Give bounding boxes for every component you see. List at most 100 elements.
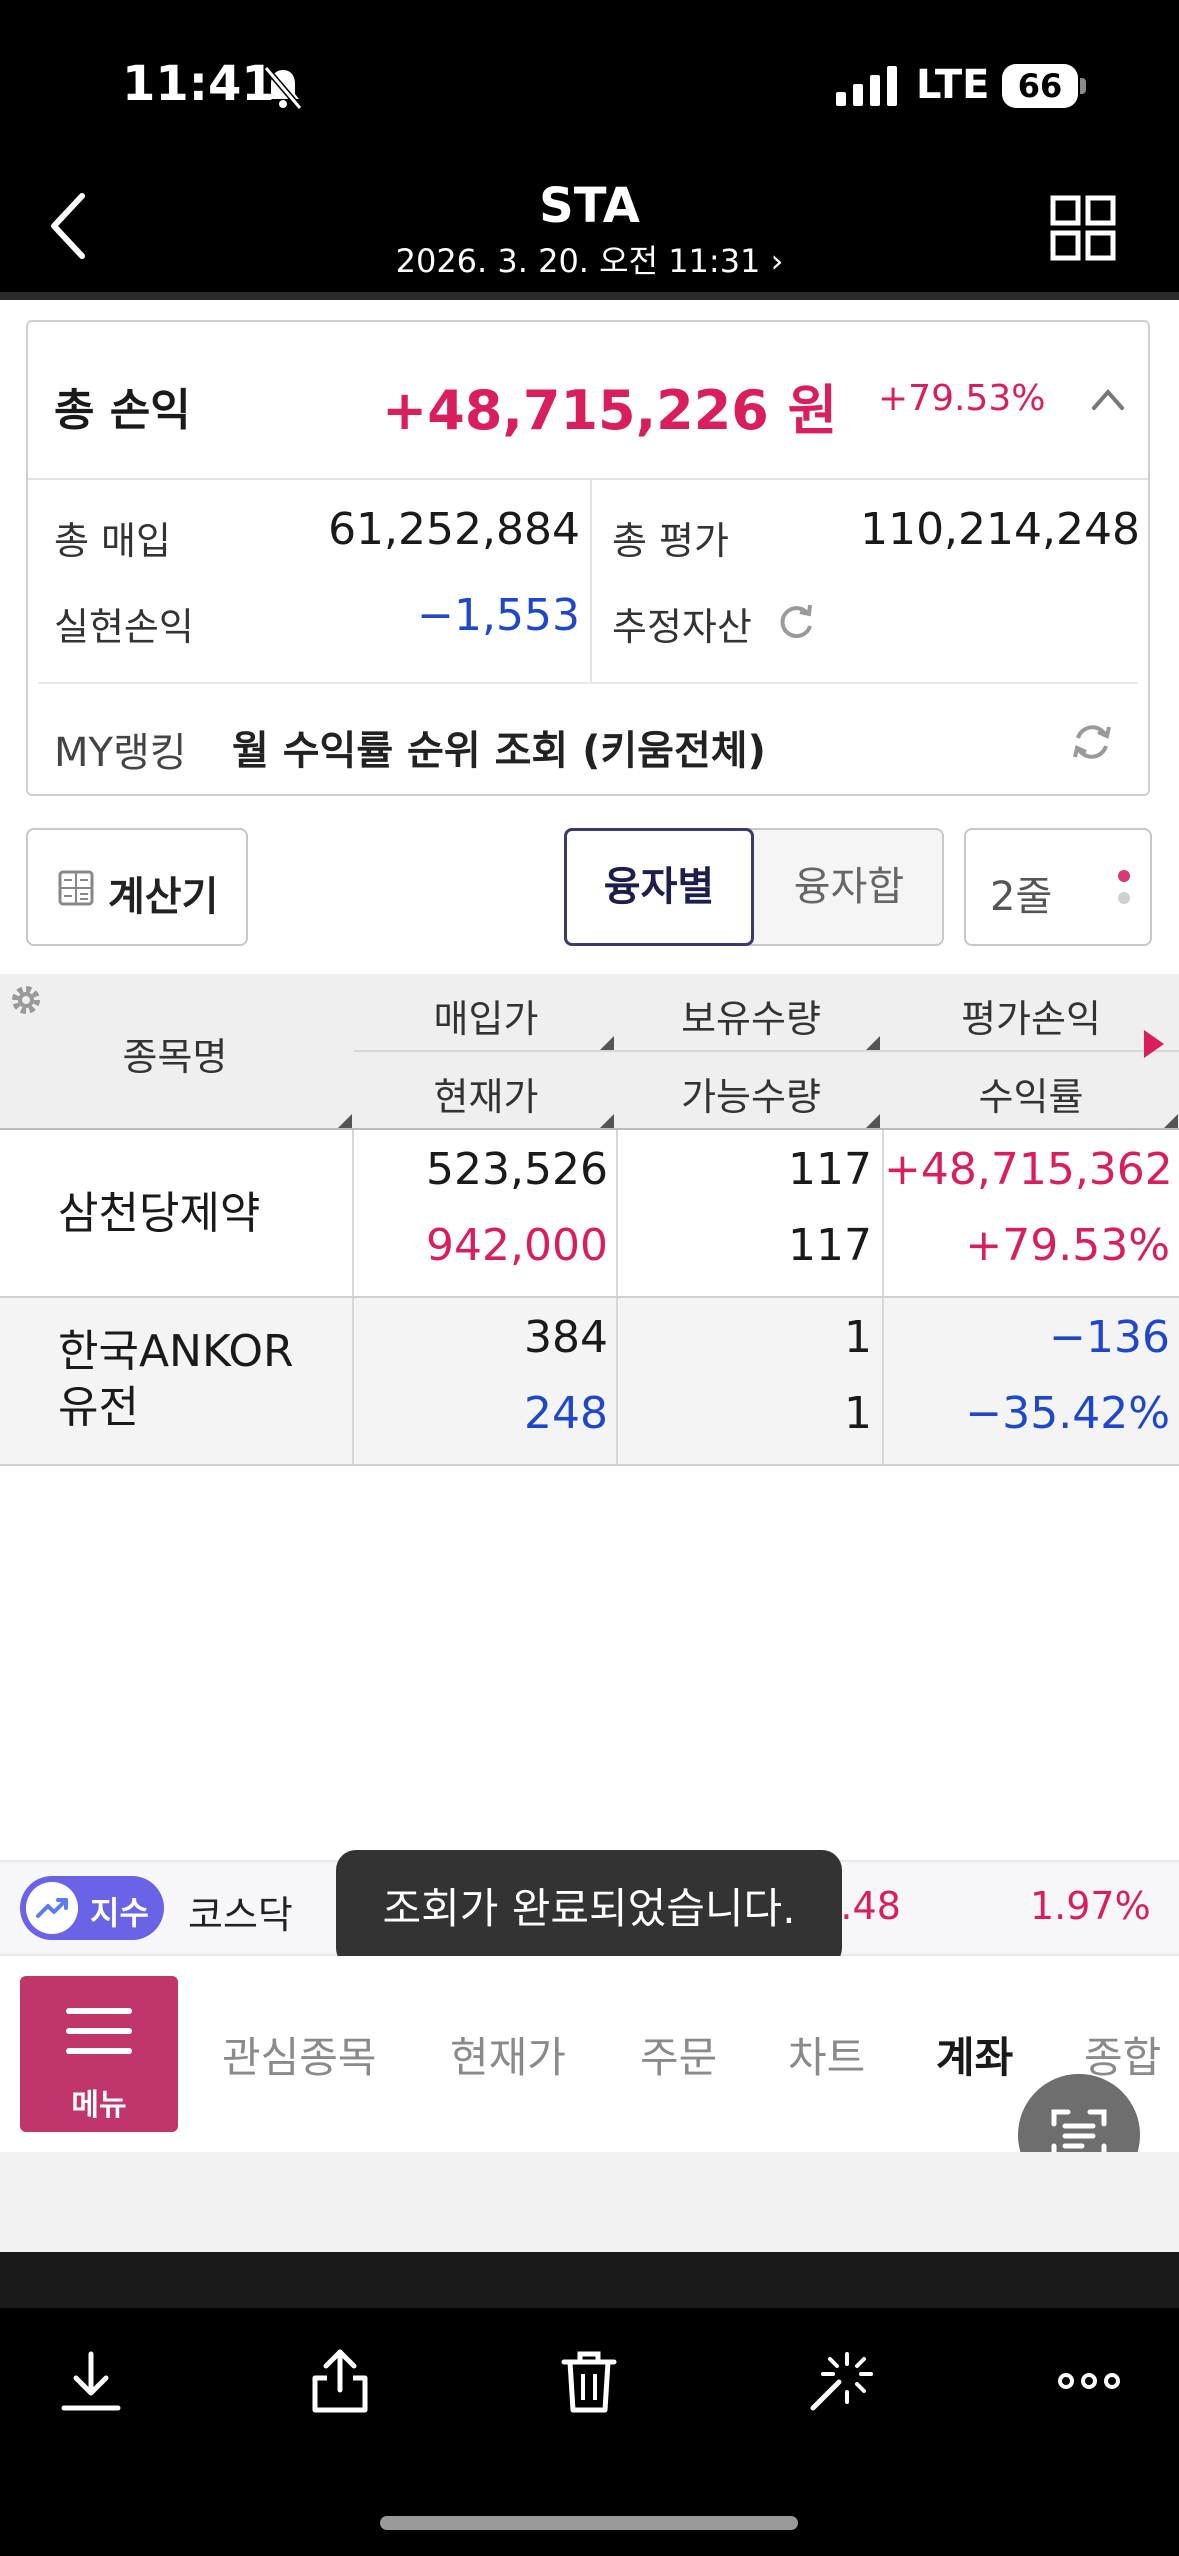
magic-wand-icon[interactable] [805,2346,875,2416]
header-divider [354,1050,1179,1052]
divider [590,480,592,682]
eval-pl: +48,715,362 [884,1144,1173,1195]
bottom-spacer [0,2152,1179,2252]
divider [38,682,1138,684]
current-price: 248 [524,1388,608,1439]
sort-indicator-icon [866,1114,880,1128]
index-chip[interactable]: 지수 [20,1876,164,1940]
total-purchase-label: 총 매입 [54,519,171,563]
page-dot-active [1118,870,1130,882]
stock-name: 삼천당제약 [58,1188,261,1239]
menu-label: 메뉴 [71,2088,127,2123]
current-price: 942,000 [426,1220,608,1271]
more-icon[interactable] [1054,2346,1124,2416]
chevron-up-icon[interactable] [1088,384,1128,414]
hamburger-icon [66,2048,132,2054]
page-title: STA [539,178,640,234]
buy-price: 384 [524,1312,608,1363]
col-header-available-qty[interactable]: 가능수량 [620,1066,882,1121]
return-rate: −35.42% [965,1388,1170,1439]
row-mode-label: 2줄 [990,874,1053,920]
share-icon[interactable] [305,2346,375,2416]
battery-tip [1080,78,1086,94]
stock-name: 한국ANKOR 유전 [58,1326,294,1433]
sort-indicator-icon [866,1036,880,1050]
col-header-current-price[interactable]: 현재가 [356,1066,616,1121]
bell-muted-icon [263,66,303,110]
menu-button[interactable]: 메뉴 [20,1976,178,2132]
realized-pl-value: −1,553 [417,590,580,641]
trash-icon[interactable] [554,2346,624,2416]
toast-message: 조회가 완료되었습니다. [336,1850,842,1968]
summary-card: 총 손익 +48,715,226 원 +79.53% 총 매입 61,252,8… [26,320,1150,796]
eval-pl: −136 [1049,1312,1170,1363]
nav-item-current-price[interactable]: 현재가 [450,2024,566,2085]
index-change-percent: 1.97% [1030,1884,1151,1928]
tab-by-loan[interactable]: 융자별 [564,828,754,946]
holding-qty: 117 [788,1144,872,1195]
total-eval-label: 총 평가 [612,519,729,563]
available-qty: 1 [844,1388,872,1439]
divider [352,1130,354,1296]
trend-up-icon [26,1882,78,1934]
my-ranking-link[interactable]: 월 수익률 순위 조회 (키움전체) [232,718,766,776]
hamburger-icon [66,2028,132,2034]
grid-menu-icon[interactable] [1050,195,1116,261]
col-header-name[interactable]: 종목명 [70,1026,280,1081]
network-type: LTE [916,62,990,108]
calculator-button[interactable]: 계산기 [26,828,248,946]
bottom-nav: 메뉴 관심종목 현재가 주문 차트 계좌 종합 [0,1956,1179,2152]
total-pl-percent: +79.53% [878,378,1046,419]
nav-item-watchlist[interactable]: 관심종목 [222,2024,377,2085]
nav-item-chart[interactable]: 차트 [788,2024,865,2085]
row-mode-button[interactable]: 2줄 [964,828,1152,946]
app-header: 11:41 LTE 66 STA 2026. 3. 20. 오전 11:31 › [0,0,1179,300]
return-rate: +79.53% [965,1220,1170,1271]
table-row[interactable]: 한국ANKOR 유전 384 248 1 1 −136 −35.42% [0,1298,1179,1466]
gear-icon[interactable] [6,980,46,1020]
col-header-holding-qty[interactable]: 보유수량 [620,988,882,1043]
nav-item-order[interactable]: 주문 [640,2024,717,2085]
account-datetime[interactable]: 2026. 3. 20. 오전 11:31 › [0,236,1179,282]
calculator-icon [58,870,94,906]
col-header-buy-price[interactable]: 매입가 [356,988,616,1043]
index-chip-label: 지수 [90,1894,149,1932]
header-divider [0,292,1179,300]
toolbar-divider [0,2252,1179,2308]
col-header-eval-pl[interactable]: 평가손익 [886,988,1176,1043]
page-dot [1118,892,1130,904]
total-pl-value: +48,715,226 원 [382,379,838,442]
my-ranking-label: MY랭킹 [54,730,187,776]
est-asset-label: 추정자산 [612,605,752,649]
refresh-icon[interactable] [1068,718,1116,766]
hamburger-icon [66,2008,132,2014]
sort-indicator-icon [1164,1114,1178,1128]
battery-icon: 66 [1002,64,1078,108]
available-qty: 117 [788,1220,872,1271]
total-purchase-value: 61,252,884 [328,504,580,555]
table-row[interactable]: 삼천당제약 523,526 942,000 117 117 +48,715,36… [0,1130,1179,1298]
realized-pl-label: 실현손익 [54,605,194,649]
sort-indicator-icon [600,1036,614,1050]
download-icon[interactable] [56,2346,126,2416]
home-indicator[interactable] [380,2516,798,2530]
nav-item-account[interactable]: 계좌 [936,2024,1013,2085]
divider [28,478,1148,480]
sort-indicator-icon [338,1114,352,1128]
buy-price: 523,526 [426,1144,608,1195]
refresh-icon[interactable] [774,600,818,644]
divider [616,1130,618,1296]
divider [352,1298,354,1464]
scroll-right-icon[interactable] [1144,1030,1164,1058]
signal-icon [836,66,897,106]
calculator-label: 계산기 [108,874,219,920]
tab-loan-sum[interactable]: 융자합 [756,830,942,944]
col-header-return-rate[interactable]: 수익률 [886,1066,1176,1121]
total-pl-label: 총 손익 [54,385,191,436]
holding-qty: 1 [844,1312,872,1363]
total-eval-value: 110,214,248 [860,504,1140,555]
status-time: 11:41 [122,56,275,112]
sort-indicator-icon [600,1114,614,1128]
holdings-table-header: 종목명 매입가 현재가 보유수량 가능수량 평가손익 수익률 [0,974,1179,1130]
index-name: 코스닥 [188,1893,293,1937]
